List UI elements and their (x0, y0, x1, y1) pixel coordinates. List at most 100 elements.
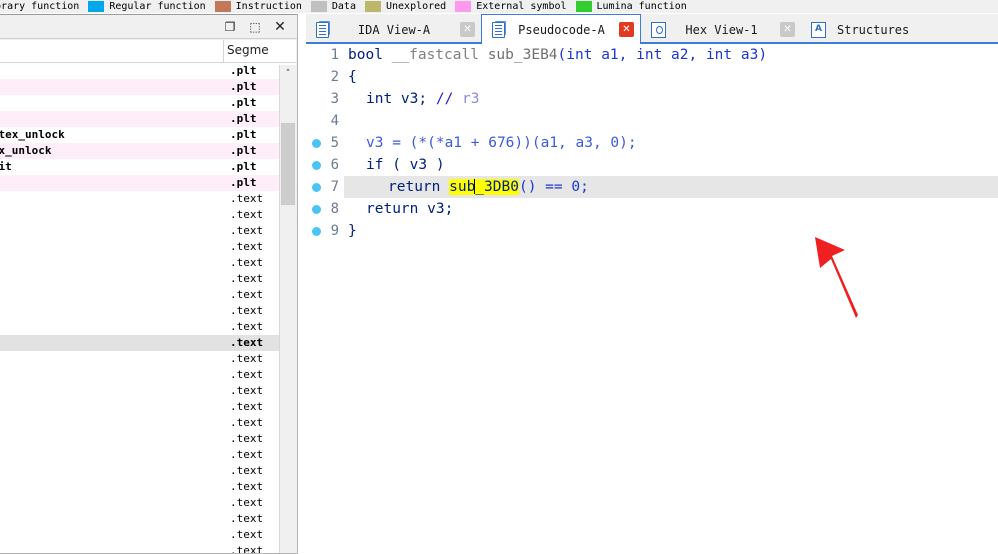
legend-item: Unexplored (364, 0, 455, 13)
color-legend-bar: Library function Regular function Instruct… (0, 0, 998, 13)
list-item[interactable]: .text (0, 287, 296, 303)
list-item[interactable]: .text (0, 319, 296, 335)
legend-label: Lumina function (596, 1, 687, 12)
tab-ida-view-a[interactable]: IDA View-A ✕ (306, 15, 481, 44)
tab-label: Pseudocode-A (518, 22, 605, 37)
list-item[interactable]: .text (0, 271, 296, 287)
list-item[interactable]: .text (0, 543, 296, 553)
list-item[interactable]: .text (0, 207, 296, 223)
legend-label: Unexplored (385, 1, 447, 12)
functions-list-scrollbar[interactable]: ˄ (279, 65, 296, 553)
line-number: 4 (330, 113, 339, 129)
list-item[interactable]: exit.plt (0, 175, 296, 191)
legend-label: Regular function (109, 1, 206, 12)
tab-close-icon[interactable]: ✕ (619, 22, 634, 37)
tab-close-icon[interactable]: ✕ (460, 22, 475, 37)
doc-front-shape (316, 21, 329, 38)
gutter-line: 1 (306, 44, 344, 66)
editor-code-area[interactable]: bool __fastcall sub_3EB4(int a1, int a2,… (344, 44, 998, 554)
code-line[interactable]: return v3; (344, 198, 998, 220)
list-item[interactable]: .text (0, 415, 296, 431)
document-icon (314, 20, 332, 39)
segment-name: .plt (230, 176, 257, 189)
code-line[interactable]: if ( v3 ) (344, 154, 998, 176)
segment-name: .text (230, 512, 264, 525)
gutter-line: 2 (306, 66, 344, 88)
code-token: _3DB0 (475, 179, 519, 195)
code-text: { (348, 66, 357, 88)
tab-pseudocode-a[interactable]: Pseudocode-A ✕ (481, 14, 641, 44)
scrollbar-thumb[interactable] (281, 123, 295, 205)
tab-close-icon[interactable]: ✕ (780, 22, 795, 37)
line-number: 1 (330, 47, 339, 63)
document-icon (490, 20, 508, 39)
list-item[interactable]: .text (0, 527, 296, 543)
segment-name: .text (230, 192, 264, 205)
list-item[interactable]: .text (0, 447, 296, 463)
functions-list-rows[interactable]: .plt.plt.plt.pltl_mutex_unlock.pltmutex_… (0, 63, 296, 553)
list-item[interactable]: .text (0, 511, 296, 527)
list-item[interactable]: .text (0, 479, 296, 495)
legend-label: Data (331, 1, 356, 12)
editor-gutter: 1 2 3 4 5 6 7 8 9 (306, 44, 344, 554)
legend-swatch-icon (310, 1, 327, 12)
list-item[interactable]: .text (0, 367, 296, 383)
code-token: if ( v3 ) (366, 157, 445, 173)
list-item[interactable]: atexit .plt (0, 159, 296, 175)
list-item[interactable]: .text (0, 351, 296, 367)
segment-name: .text (230, 384, 264, 397)
structures-icon: A (809, 21, 827, 39)
code-text: int v3; // r3 (366, 88, 480, 110)
tab-label: Hex View-1 (685, 22, 758, 37)
code-line[interactable]: } (344, 220, 998, 242)
tab-hex-view-1[interactable]: Hex View-1 ✕ (641, 15, 801, 44)
maximize-icon[interactable]: ❐ (219, 18, 241, 36)
list-item[interactable]: .plt (0, 95, 296, 111)
hex-shape (651, 21, 666, 38)
close-icon[interactable]: ✕ (269, 18, 291, 36)
code-line[interactable]: { (344, 66, 998, 88)
list-item[interactable]: .plt (0, 111, 296, 127)
segment-name: .text (230, 224, 264, 237)
gutter-line: 3 (306, 88, 344, 110)
list-item[interactable]: .text (0, 223, 296, 239)
code-line[interactable]: bool __fastcall sub_3EB4(int a1, int a2,… (344, 44, 998, 66)
list-item[interactable]: .text (0, 431, 296, 447)
code-token: } (348, 223, 357, 239)
list-item[interactable]: .plt (0, 79, 296, 95)
restore-icon[interactable]: ⬚ (244, 18, 266, 36)
code-line[interactable]: return sub_3DB0() == 0; (344, 176, 998, 198)
line-number: 3 (330, 91, 339, 107)
code-text: bool __fastcall sub_3EB4(int a1, int a2,… (348, 44, 767, 66)
code-line[interactable] (344, 110, 998, 132)
scroll-up-icon[interactable]: ˄ (280, 65, 296, 82)
gutter-line: 8 (306, 198, 344, 220)
view-tab-bar[interactable]: IDA View-A ✕ Pseudocode-A ✕ Hex View-1 ✕ A Stru… (306, 14, 998, 44)
list-item[interactable]: .text (0, 191, 296, 207)
gutter-line: 4 (306, 110, 344, 132)
list-item[interactable]: l_mutex_unlock .plt (0, 127, 296, 143)
list-item[interactable]: .text (0, 495, 296, 511)
list-item[interactable]: .text (0, 303, 296, 319)
list-item[interactable]: .text (0, 255, 296, 271)
list-item[interactable]: .text (0, 239, 296, 255)
list-item[interactable]: .plt (0, 63, 296, 79)
legend-label: External symbol (476, 1, 567, 12)
function-name: l_mutex_unlock (0, 128, 65, 141)
pseudocode-editor[interactable]: 1 2 3 4 5 6 7 8 9 bool __fastcall sub_3EB4(int a… (306, 44, 998, 554)
legend-swatch-icon (455, 1, 472, 12)
segment-name: .text (230, 544, 264, 553)
list-item[interactable]: mutex_unlock .plt (0, 143, 296, 159)
line-number: 9 (330, 223, 339, 239)
tab-structures[interactable]: A Structures (801, 15, 921, 44)
list-item[interactable]: .text (0, 399, 296, 415)
column-header-segment[interactable]: Segme (227, 43, 269, 57)
list-item[interactable]: .text (0, 383, 296, 399)
code-line[interactable]: v3 = (*(*a1 + 676))(a1, a3, 0); (344, 132, 998, 154)
list-item[interactable]: d_0.text (0, 335, 296, 351)
list-item[interactable]: .text (0, 463, 296, 479)
line-number: 7 (330, 179, 339, 195)
code-line[interactable]: int v3; // r3 (344, 88, 998, 110)
code-token: return (388, 179, 441, 195)
